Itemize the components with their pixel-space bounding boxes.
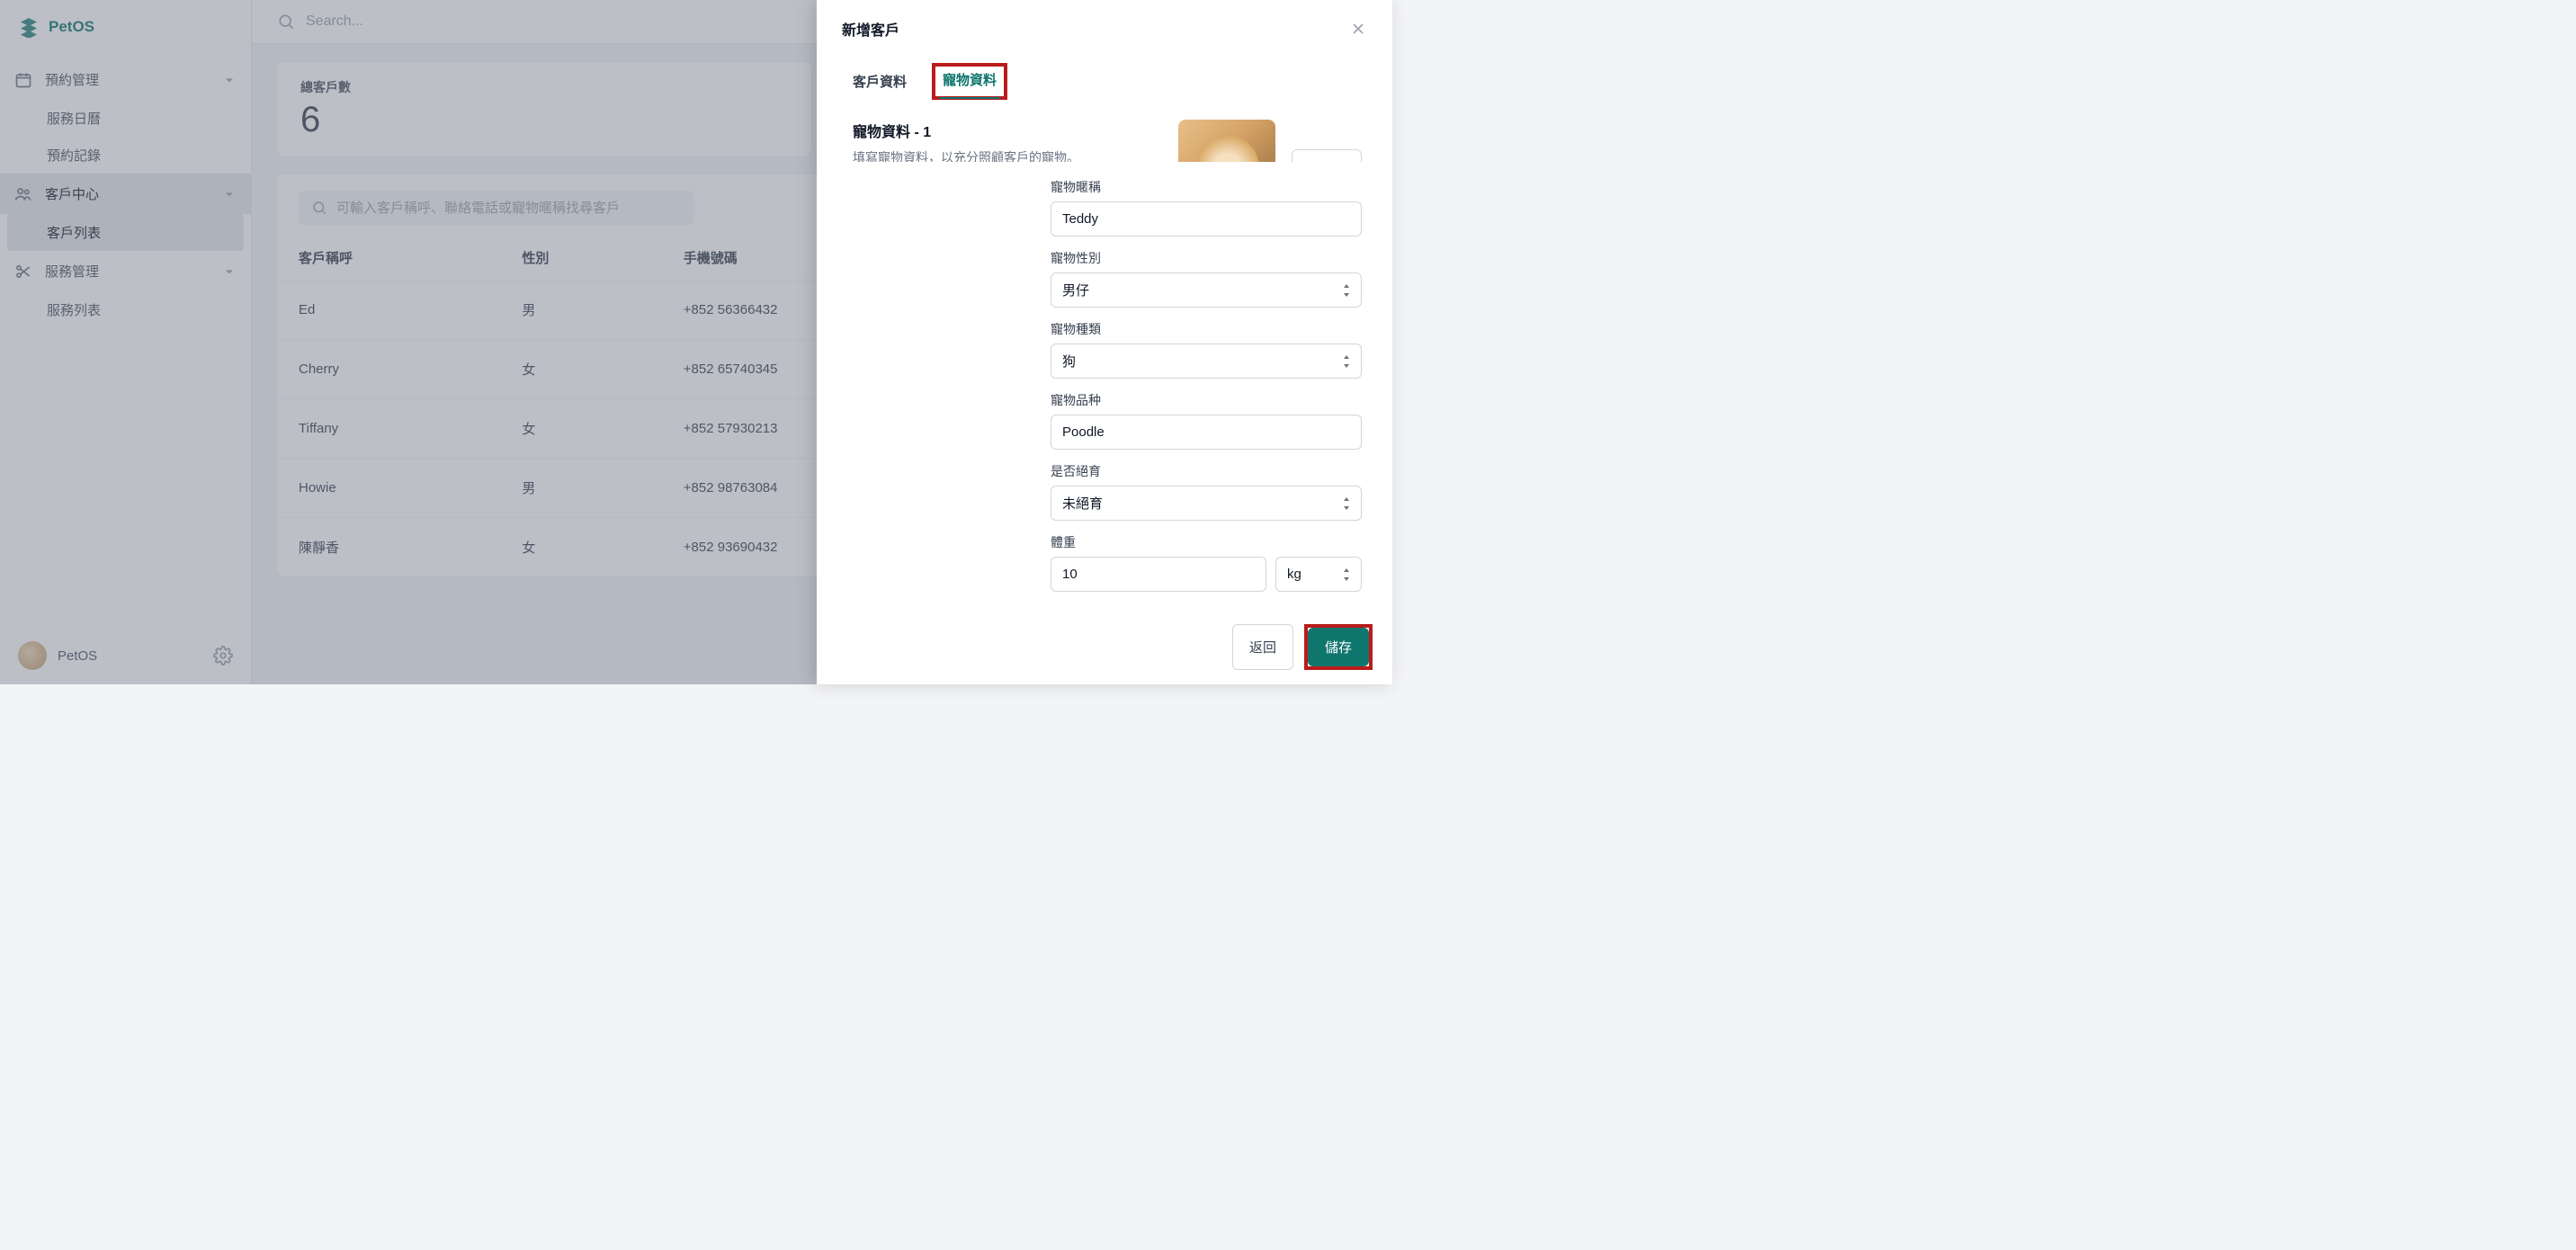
field-label: 寵物種類	[1051, 320, 1362, 338]
upload-row: 上傳	[1178, 120, 1362, 162]
save-button[interactable]: 儲存	[1308, 628, 1369, 666]
upload-button[interactable]: 上傳	[1292, 149, 1362, 162]
gender-select[interactable]	[1051, 272, 1362, 308]
field-label: 寵物品种	[1051, 391, 1362, 409]
select-wrap	[1051, 344, 1362, 379]
highlight-box-save: 儲存	[1304, 624, 1373, 670]
tab-pet-info[interactable]: 寵物資料	[939, 64, 1000, 99]
weight-row	[1051, 557, 1362, 592]
tab-customer-info[interactable]: 客戶資料	[849, 63, 910, 100]
section-desc: 填寫寵物資料，以充分照顧客戶的寵物。	[853, 148, 1155, 162]
field-weight: 體重	[1051, 533, 1362, 592]
slideover-new-customer: 新增客戶 客戶資料 寵物資料 寵物資料 - 1 填寫寵物資料，以充分照顧客戶的寵…	[817, 0, 1392, 684]
field-label: 寵物暱稱	[1051, 178, 1362, 196]
field-species: 寵物種類	[1051, 320, 1362, 379]
field-label: 是否絕育	[1051, 462, 1362, 480]
pet-photo-preview	[1178, 120, 1275, 162]
field-gender: 寵物性別	[1051, 249, 1362, 308]
field-nickname: 寵物暱稱	[1051, 178, 1362, 237]
slideover-tabs: 客戶資料 寵物資料	[817, 63, 1392, 100]
slideover-body: 寵物資料 - 1 填寫寵物資料，以充分照顧客戶的寵物。 上傳 JPG, GIF …	[817, 100, 1392, 162]
field-label: 寵物性別	[1051, 249, 1362, 267]
weight-input[interactable]	[1051, 557, 1266, 592]
breed-input[interactable]	[1051, 415, 1362, 450]
select-wrap	[1051, 272, 1362, 308]
nickname-input[interactable]	[1051, 201, 1362, 237]
select-wrap	[1275, 557, 1362, 592]
section-description: 寵物資料 - 1 填寫寵物資料，以充分照顧客戶的寵物。	[853, 120, 1155, 153]
species-select[interactable]	[1051, 344, 1362, 379]
field-breed: 寵物品种	[1051, 391, 1362, 450]
weight-unit-select[interactable]	[1275, 557, 1362, 592]
highlight-box-tab: 寵物資料	[932, 63, 1007, 100]
slideover-footer: 返回 儲存	[817, 610, 1392, 684]
back-button[interactable]: 返回	[1232, 624, 1293, 670]
section-title: 寵物資料 - 1	[853, 120, 1155, 141]
close-icon[interactable]	[1349, 20, 1367, 38]
slideover-title: 新增客戶	[842, 18, 899, 40]
pet-form: 寵物暱稱 寵物性別 寵物種類 寵物品种	[817, 162, 1392, 610]
field-label: 體重	[1051, 533, 1362, 551]
field-neuter: 是否絕育	[1051, 462, 1362, 521]
select-wrap	[1051, 486, 1362, 521]
neuter-select[interactable]	[1051, 486, 1362, 521]
slideover-header: 新增客戶	[817, 0, 1392, 47]
upload-column: 上傳 JPG, GIF or PNG 1MB max	[1178, 120, 1362, 153]
